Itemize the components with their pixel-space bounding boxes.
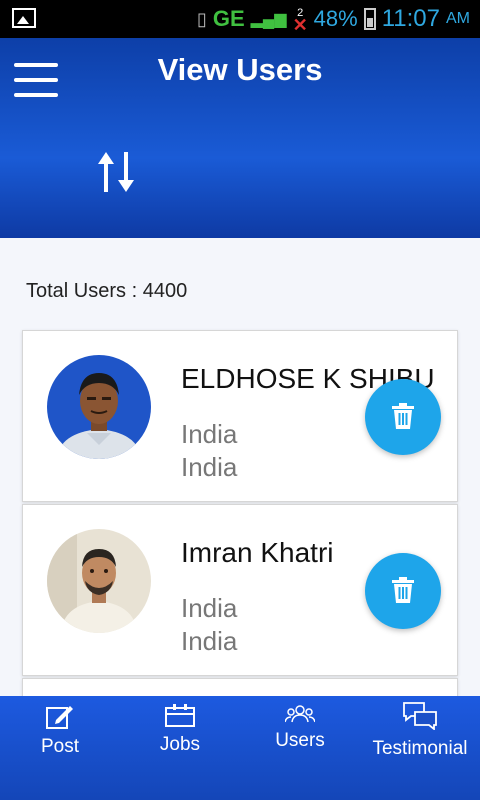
nav-users[interactable]: Users bbox=[240, 696, 360, 800]
users-list-area[interactable]: Total Users : 4400 ELDHOSE K SHIBU India… bbox=[0, 238, 480, 708]
avatar bbox=[47, 529, 151, 633]
testimonial-icon bbox=[403, 702, 437, 730]
battery-percent: 48% bbox=[313, 6, 358, 31]
trash-icon bbox=[392, 577, 414, 603]
nav-users-label: Users bbox=[275, 730, 325, 751]
trash-icon bbox=[392, 403, 414, 429]
page-title: View Users bbox=[157, 52, 323, 87]
nav-testimonial-label: Testimonial bbox=[372, 738, 468, 759]
user-card[interactable]: ELDHOSE K SHIBU India India bbox=[22, 330, 458, 502]
user-location: India bbox=[181, 452, 238, 482]
nav-post-label: Post bbox=[40, 736, 80, 757]
no-signal-icon: ✕ bbox=[292, 15, 308, 35]
nav-jobs-label: Jobs bbox=[159, 734, 201, 755]
bottom-nav: Post Jobs Users Testimonial bbox=[0, 696, 480, 800]
nav-testimonial[interactable]: Testimonial bbox=[360, 696, 480, 800]
vibrate-icon: ▯ bbox=[196, 8, 207, 29]
user-card[interactable]: Imran Khatri India India bbox=[22, 504, 458, 676]
nav-jobs[interactable]: Jobs bbox=[120, 696, 240, 800]
battery-icon bbox=[363, 8, 376, 30]
users-icon bbox=[285, 705, 315, 723]
clock: 11:07 bbox=[381, 5, 440, 32]
gallery-notification-icon bbox=[12, 8, 36, 28]
user-country: India bbox=[181, 419, 238, 449]
user-name: Imran Khatri bbox=[181, 537, 334, 568]
delete-user-button[interactable] bbox=[365, 379, 441, 455]
avatar bbox=[47, 355, 151, 459]
post-icon bbox=[46, 706, 73, 729]
clock-ampm: AM bbox=[446, 10, 470, 27]
signal-icon: ▂▄▆ bbox=[250, 11, 287, 28]
user-location: India bbox=[181, 626, 238, 656]
app-header: View Users bbox=[0, 38, 480, 238]
jobs-icon bbox=[165, 704, 195, 727]
user-country: India bbox=[181, 593, 238, 623]
delete-user-button[interactable] bbox=[365, 553, 441, 629]
sort-icon[interactable] bbox=[96, 150, 136, 194]
total-users: Total Users : 4400 bbox=[26, 280, 188, 302]
nav-post[interactable]: Post bbox=[0, 696, 120, 800]
status-bar: ▯ GE ▂▄▆ 2 ✕ 48% 11:07 AM bbox=[0, 0, 480, 38]
network-type: GE bbox=[212, 6, 245, 31]
